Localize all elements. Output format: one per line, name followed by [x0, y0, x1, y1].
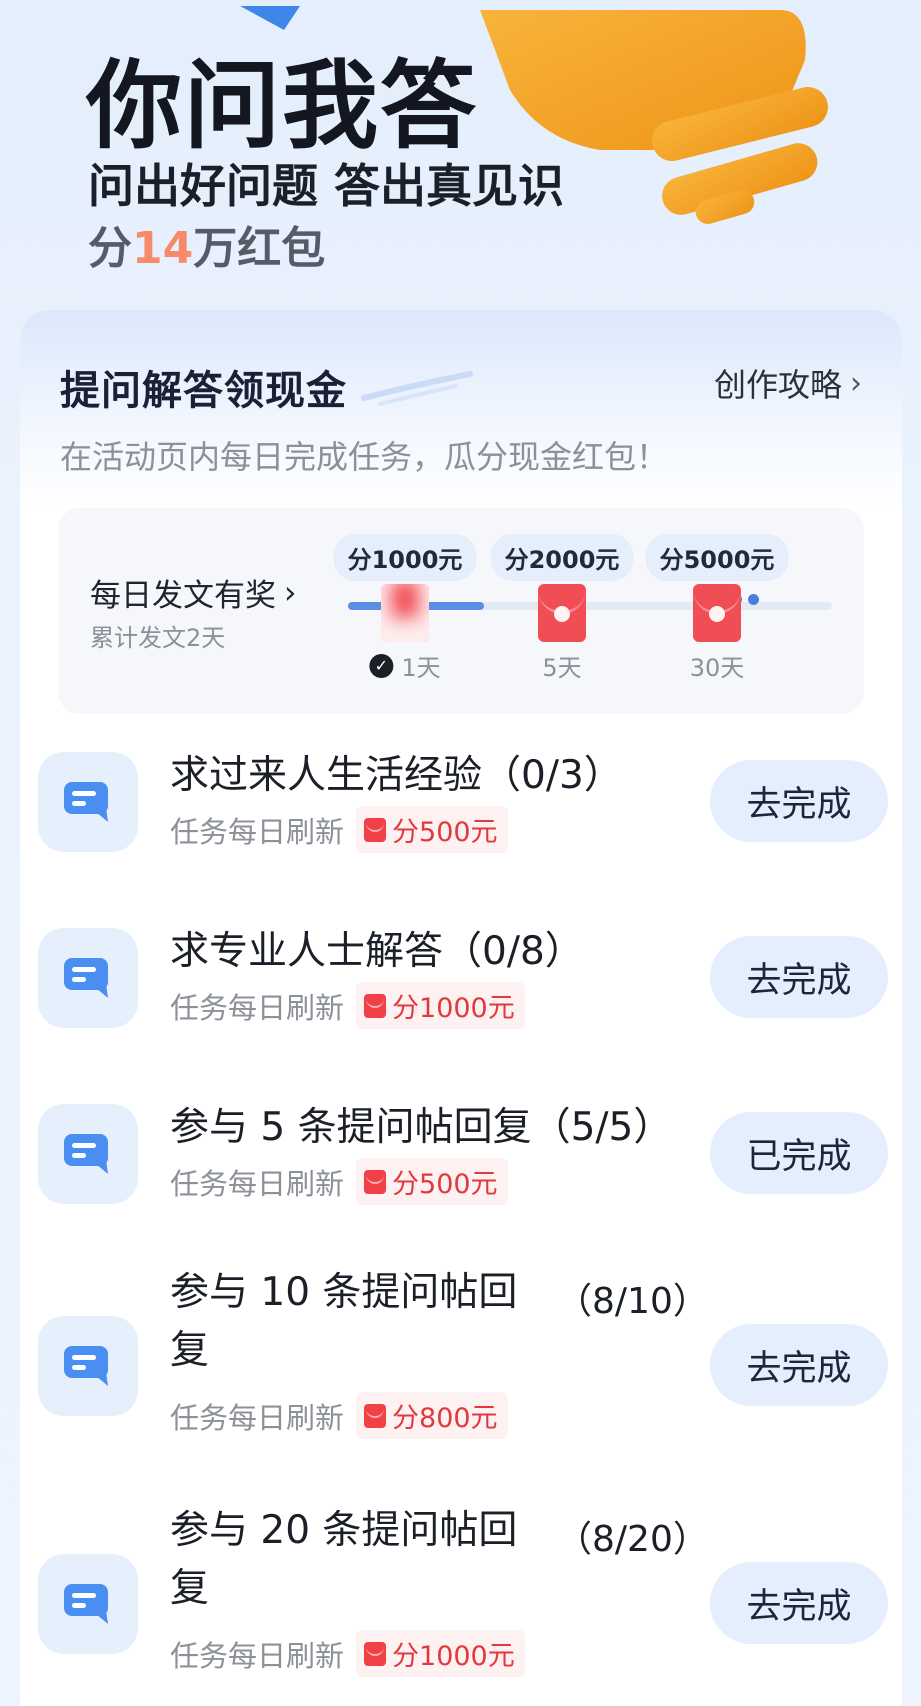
daily-post-count: 累计发文2天: [90, 624, 226, 652]
chevron-right-icon: ›: [850, 365, 862, 401]
task-progress: （8/20）: [556, 1519, 709, 1560]
milestone-reward: 分1000元: [333, 534, 477, 581]
task-reward: 分500元: [392, 817, 498, 848]
red-packet-icon: [364, 1169, 387, 1194]
task-row: 参与 5 条提问帖回复（5/5） 任务每日刷新 分500元 已完成: [38, 1096, 888, 1206]
task-refresh-note: 任务每日刷新: [170, 814, 345, 849]
task-progress: （8/10）: [556, 1281, 709, 1322]
task-refresh-note: 任务每日刷新: [170, 1400, 345, 1435]
red-packet-icon: [364, 1641, 387, 1666]
milestone-reward: 分5000元: [645, 534, 789, 581]
chat-bubble-icon: [38, 1554, 138, 1654]
prize-prefix: 分: [88, 223, 132, 274]
task-meta: 任务每日刷新 分1000元: [170, 982, 525, 1029]
task-reward-badge: 分1000元: [356, 1630, 525, 1677]
red-packet-icon: [381, 584, 429, 642]
task-done-button[interactable]: 已完成: [710, 1112, 888, 1194]
task-reward: 分1000元: [392, 993, 515, 1024]
task-name: 求专业人士解答（0/8）: [170, 929, 584, 974]
prize-number: 14: [132, 223, 194, 274]
task-row: 参与 10 条提问帖回复 （8/10） 任务每日刷新 分800元 去完成: [38, 1270, 888, 1440]
task-meta: 任务每日刷新 分800元: [170, 1392, 508, 1439]
task-meta: 任务每日刷新 分1000元: [170, 1630, 525, 1677]
milestone-reward: 分2000元: [490, 534, 634, 581]
hero-banner: 你问我答 问出好问题 答出真见识 分14万红包: [0, 0, 921, 320]
task-refresh-note: 任务每日刷新: [170, 990, 345, 1025]
milestone-day-label: 1天: [401, 654, 441, 682]
check-icon: ✓: [369, 653, 394, 678]
milestone-day-label: 5天: [542, 654, 582, 682]
hero-prize: 分14万红包: [88, 212, 325, 276]
task-row: 参与 20 条提问帖回复 （8/20） 任务每日刷新 分1000元 去完成: [38, 1508, 888, 1678]
task-name: 参与 10 条提问帖回复: [170, 1270, 518, 1373]
task-action-button[interactable]: 去完成: [710, 760, 888, 842]
task-action-button[interactable]: 去完成: [710, 936, 888, 1018]
task-name: 参与 20 条提问帖回复: [170, 1508, 518, 1611]
blue-ribbon-decoration: [240, 6, 300, 30]
chat-bubble-icon: [38, 1316, 138, 1416]
red-packet-icon: [364, 993, 387, 1018]
chevron-right-icon: ›: [284, 574, 297, 611]
card-title: 提问解答领现金: [60, 368, 347, 414]
task-name: 参与 5 条提问帖回复（5/5）: [170, 1105, 673, 1150]
hero-subtitle: 问出好问题 答出真见识: [88, 159, 565, 213]
chat-bubble-icon: [38, 928, 138, 1028]
daily-post-title-label: 每日发文有奖: [90, 578, 276, 614]
task-reward: 分800元: [392, 1403, 498, 1434]
creation-guide-link[interactable]: 创作攻略 ›: [714, 360, 862, 406]
task-refresh-note: 任务每日刷新: [170, 1638, 345, 1673]
task-reward-badge: 分1000元: [356, 982, 525, 1029]
daily-post-title[interactable]: 每日发文有奖 ›: [90, 570, 296, 615]
red-packet-icon: [364, 1403, 387, 1428]
task-reward-badge: 分500元: [356, 806, 508, 853]
daily-post-progress: 每日发文有奖 › 累计发文2天 分1000元 ✓ 1天 分2000元 5天 分5…: [58, 508, 864, 714]
red-packet-icon: [538, 584, 586, 642]
task-name: 求过来人生活经验（0/3）: [170, 753, 623, 798]
milestone-day: ✓ 1天: [369, 648, 441, 683]
task-reward-badge: 分500元: [356, 1158, 508, 1205]
milestone-day-label: 30天: [689, 654, 745, 682]
card-description: 在活动页内每日完成任务，瓜分现金红包！: [60, 438, 669, 476]
hero-title: 你问我答: [86, 50, 478, 162]
milestone-day: 5天: [542, 648, 581, 683]
chat-bubble-icon: [38, 752, 138, 852]
red-packet-icon: [364, 817, 387, 842]
task-meta: 任务每日刷新 分500元: [170, 1158, 508, 1205]
task-reward-badge: 分800元: [356, 1392, 508, 1439]
task-reward: 分500元: [392, 1169, 498, 1200]
task-action-button[interactable]: 去完成: [710, 1324, 888, 1406]
swoosh-decoration: [361, 371, 473, 406]
task-card: 提问解答领现金 创作攻略 › 在活动页内每日完成任务，瓜分现金红包！ 每日发文有…: [20, 310, 902, 1706]
task-refresh-note: 任务每日刷新: [170, 1166, 345, 1201]
prize-suffix: 万红包: [193, 223, 326, 274]
creation-guide-label: 创作攻略: [713, 366, 842, 404]
red-packet-icon: [693, 584, 741, 642]
task-meta: 任务每日刷新 分500元: [170, 806, 508, 853]
task-reward: 分1000元: [392, 1641, 515, 1672]
task-action-button[interactable]: 去完成: [710, 1562, 888, 1644]
milestone-day: 30天: [690, 648, 745, 683]
chat-bubble-icon: [38, 1104, 138, 1204]
task-row: 求过来人生活经验（0/3） 任务每日刷新 分500元 去完成: [38, 744, 888, 854]
task-row: 求专业人士解答（0/8） 任务每日刷新 分1000元 去完成: [38, 920, 888, 1030]
